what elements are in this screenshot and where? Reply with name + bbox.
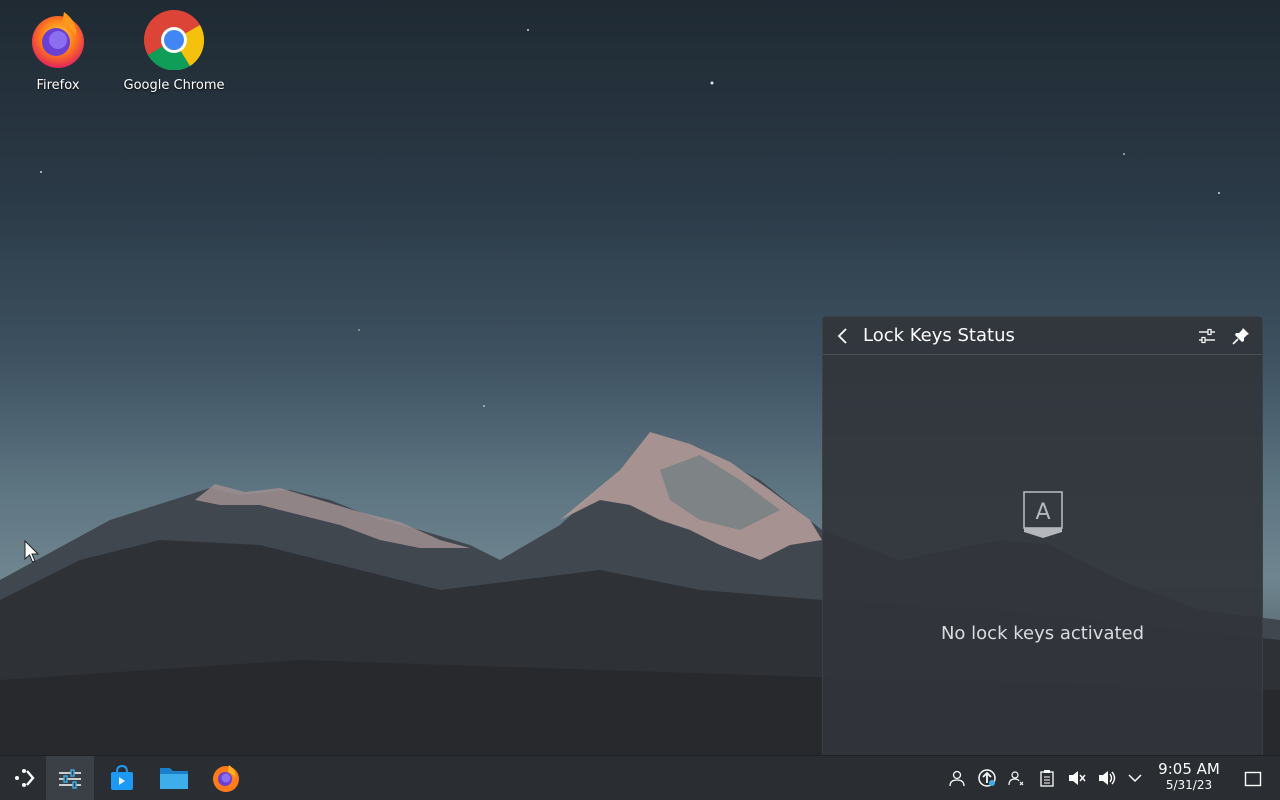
discover-store-icon[interactable]: [98, 756, 146, 800]
clock-time: 9:05 AM: [1158, 760, 1220, 778]
firefox-icon[interactable]: [202, 756, 250, 800]
lock-keys-popup: Lock Keys Status A No lock keys activate…: [822, 316, 1263, 758]
pin-icon[interactable]: [1228, 323, 1254, 349]
taskbar: 9:05 AM 5/31/23: [0, 755, 1280, 800]
volume-icon[interactable]: [1095, 766, 1119, 790]
digital-clock[interactable]: 9:05 AM 5/31/23: [1152, 760, 1226, 792]
system-settings-icon[interactable]: [46, 756, 94, 800]
application-launcher-icon[interactable]: [0, 756, 48, 800]
desktop-icon-chrome[interactable]: Google Chrome: [119, 6, 229, 93]
user-icon[interactable]: [945, 766, 969, 790]
configure-icon[interactable]: [1194, 323, 1220, 349]
popup-body: A No lock keys activated: [823, 355, 1262, 757]
lock-icon-letter: A: [1035, 500, 1050, 525]
clipboard-icon[interactable]: [1035, 766, 1059, 790]
popup-header: Lock Keys Status: [823, 317, 1262, 355]
back-icon[interactable]: [833, 326, 853, 346]
show-desktop-icon[interactable]: [1240, 766, 1266, 792]
clock-date: 5/31/23: [1165, 778, 1213, 792]
empty-message: No lock keys activated: [940, 623, 1145, 644]
mute-microphone-icon[interactable]: [1065, 766, 1089, 790]
popup-title: Lock Keys Status: [863, 325, 1015, 346]
firefox-icon: [26, 6, 90, 70]
desktop-icon-firefox[interactable]: Firefox: [3, 6, 113, 93]
user-switch-icon[interactable]: [1005, 766, 1029, 790]
updates-icon[interactable]: [975, 766, 999, 790]
mouse-cursor-icon: [24, 540, 40, 563]
chrome-icon: [142, 6, 206, 71]
expand-tray-icon[interactable]: [1123, 766, 1147, 790]
file-manager-icon[interactable]: [150, 756, 198, 800]
keyboard-lock-icon: A: [1023, 491, 1063, 543]
desktop-icon-label: Google Chrome: [123, 78, 225, 93]
desktop-icon-label: Firefox: [36, 78, 80, 93]
